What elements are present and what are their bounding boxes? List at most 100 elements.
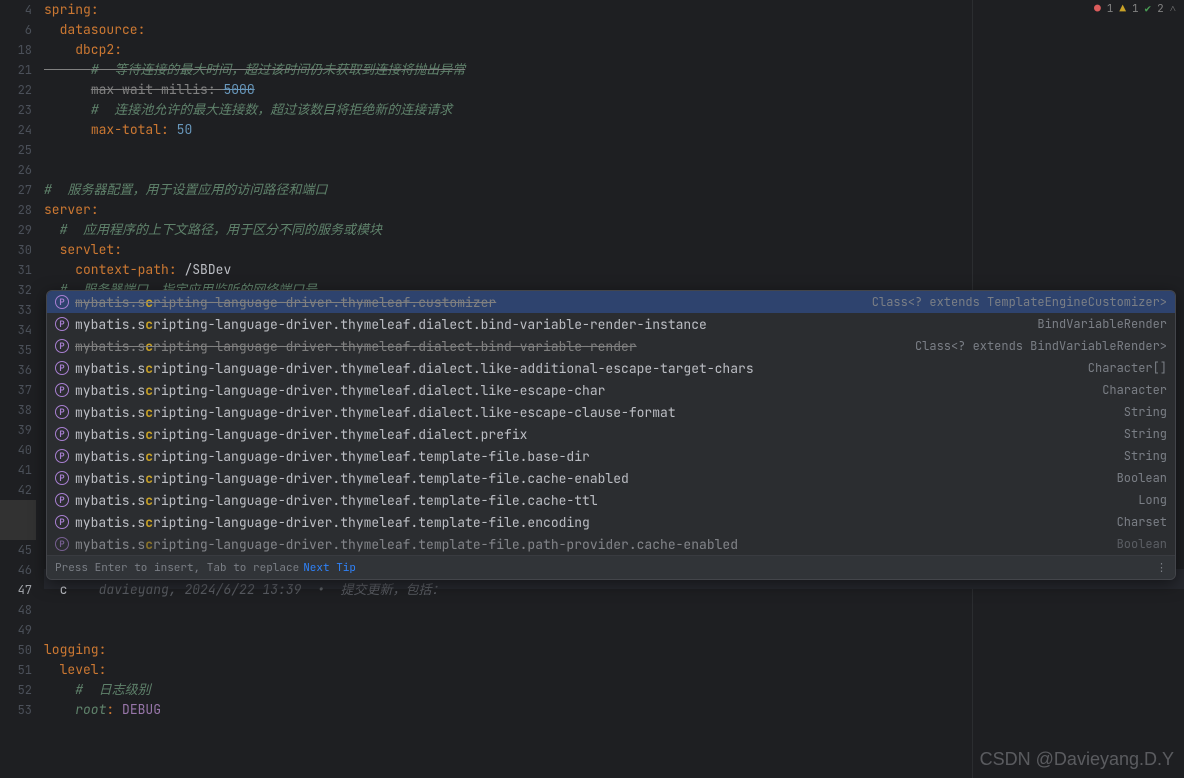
autocomplete-type: Character[] xyxy=(1088,360,1167,376)
code-line: # 等待连接的最大时间，超过该时间仍未获取到连接将抛出异常 xyxy=(44,60,1184,80)
autocomplete-type: Class<? extends TemplateEngineCustomizer… xyxy=(872,294,1167,310)
code-line xyxy=(44,140,1184,160)
line-number: 51 xyxy=(0,660,32,680)
line-number: 46 xyxy=(0,560,32,580)
code-line xyxy=(44,600,1184,620)
code-line: # 连接池允许的最大连接数，超过该数目将拒绝新的连接请求 xyxy=(44,100,1184,120)
property-icon: P xyxy=(55,361,69,375)
property-icon: P xyxy=(55,515,69,529)
property-icon: P xyxy=(55,427,69,441)
line-number: 53 xyxy=(0,700,32,720)
line-number: 49 xyxy=(0,620,32,640)
line-number: 50 xyxy=(0,640,32,660)
line-number: 24 xyxy=(0,120,32,140)
line-number: 27 xyxy=(0,180,32,200)
code-line: # 服务器配置，用于设置应用的访问路径和端口 xyxy=(44,180,1184,200)
more-icon[interactable]: ⋮ xyxy=(1156,561,1167,575)
code-line: logging: xyxy=(44,640,1184,660)
code-line: server: xyxy=(44,200,1184,220)
line-number: 18 xyxy=(0,40,32,60)
property-icon: P xyxy=(55,493,69,507)
line-number: 48 xyxy=(0,600,32,620)
autocomplete-hint: Press Enter to insert, Tab to replace xyxy=(55,561,299,575)
line-number: 47 xyxy=(0,580,32,600)
autocomplete-type: String xyxy=(1124,448,1167,464)
line-number: 36 xyxy=(0,360,32,380)
ok-icon[interactable]: ✔ xyxy=(1145,2,1152,16)
gutter-highlight xyxy=(0,500,36,540)
line-number: 6 xyxy=(0,20,32,40)
code-line: max-wait-millis: 5000 xyxy=(44,80,1184,100)
code-line: context-path: /SBDev xyxy=(44,260,1184,280)
autocomplete-item[interactable]: Pmybatis.scripting-language-driver.thyme… xyxy=(47,489,1175,511)
line-number: 29 xyxy=(0,220,32,240)
chevron-up-icon[interactable]: ˄ xyxy=(1170,2,1176,16)
line-number: 41 xyxy=(0,460,32,480)
line-number: 23 xyxy=(0,100,32,120)
line-number: 35 xyxy=(0,340,32,360)
line-number: 34 xyxy=(0,320,32,340)
autocomplete-popup[interactable]: Pmybatis.scripting-language-driver.thyme… xyxy=(46,290,1176,580)
next-tip-link[interactable]: Next Tip xyxy=(303,561,356,575)
line-number: 22 xyxy=(0,80,32,100)
autocomplete-item[interactable]: Pmybatis.scripting-language-driver.thyme… xyxy=(47,379,1175,401)
code-line xyxy=(44,160,1184,180)
autocomplete-text: mybatis.scripting-language-driver.thymel… xyxy=(75,536,1109,553)
watermark: CSDN @Davieyang.D.Y xyxy=(980,749,1174,770)
autocomplete-type: Boolean xyxy=(1117,470,1167,486)
autocomplete-text: mybatis.scripting-language-driver.thymel… xyxy=(75,360,1080,377)
autocomplete-item[interactable]: Pmybatis.scripting-language-driver.thyme… xyxy=(47,357,1175,379)
code-line: dbcp2: xyxy=(44,40,1184,60)
line-number: 32 xyxy=(0,280,32,300)
autocomplete-item[interactable]: Pmybatis.scripting-language-driver.thyme… xyxy=(47,445,1175,467)
line-number: 31 xyxy=(0,260,32,280)
autocomplete-type: Character xyxy=(1102,382,1167,398)
autocomplete-item[interactable]: Pmybatis.scripting-language-driver.thyme… xyxy=(47,533,1175,555)
code-line: level: xyxy=(44,660,1184,680)
line-number: 52 xyxy=(0,680,32,700)
autocomplete-text: mybatis.scripting-language-driver.thymel… xyxy=(75,426,1116,443)
code-line: servlet: xyxy=(44,240,1184,260)
line-number: 25 xyxy=(0,140,32,160)
code-line: max-total: 50 xyxy=(44,120,1184,140)
autocomplete-type: String xyxy=(1124,426,1167,442)
autocomplete-text: mybatis.scripting-language-driver.thymel… xyxy=(75,338,907,355)
code-line: # 日志级别 xyxy=(44,680,1184,700)
autocomplete-text: mybatis.scripting-language-driver.thymel… xyxy=(75,294,864,311)
property-icon: P xyxy=(55,449,69,463)
autocomplete-item[interactable]: Pmybatis.scripting-language-driver.thyme… xyxy=(47,313,1175,335)
autocomplete-text: mybatis.scripting-language-driver.thymel… xyxy=(75,316,1029,333)
inspection-status[interactable]: ●1 ▲1 ✔2 ˄ xyxy=(1094,2,1176,16)
autocomplete-item[interactable]: Pmybatis.scripting-language-driver.thyme… xyxy=(47,291,1175,313)
autocomplete-item[interactable]: Pmybatis.scripting-language-driver.thyme… xyxy=(47,511,1175,533)
autocomplete-text: mybatis.scripting-language-driver.thymel… xyxy=(75,492,1130,509)
code-line xyxy=(44,620,1184,640)
property-icon: P xyxy=(55,537,69,551)
autocomplete-type: Charset xyxy=(1117,514,1167,530)
error-count: 1 xyxy=(1107,2,1114,16)
line-number: 21 xyxy=(0,60,32,80)
autocomplete-type: BindVariableRender xyxy=(1037,316,1167,332)
line-number: 40 xyxy=(0,440,32,460)
line-number: 45 xyxy=(0,540,32,560)
line-number: 42 xyxy=(0,480,32,500)
autocomplete-text: mybatis.scripting-language-driver.thymel… xyxy=(75,514,1109,531)
line-number: 38 xyxy=(0,400,32,420)
autocomplete-text: mybatis.scripting-language-driver.thymel… xyxy=(75,470,1109,487)
gutter: 4618212223242526272829303132333435363738… xyxy=(0,0,44,778)
autocomplete-item[interactable]: Pmybatis.scripting-language-driver.thyme… xyxy=(47,401,1175,423)
autocomplete-text: mybatis.scripting-language-driver.thymel… xyxy=(75,404,1116,421)
property-icon: P xyxy=(55,383,69,397)
autocomplete-item[interactable]: Pmybatis.scripting-language-driver.thyme… xyxy=(47,467,1175,489)
property-icon: P xyxy=(55,339,69,353)
code-line: # 应用程序的上下文路径，用于区分不同的服务或模块 xyxy=(44,220,1184,240)
autocomplete-item[interactable]: Pmybatis.scripting-language-driver.thyme… xyxy=(47,335,1175,357)
property-icon: P xyxy=(55,295,69,309)
autocomplete-item[interactable]: Pmybatis.scripting-language-driver.thyme… xyxy=(47,423,1175,445)
warning-icon[interactable]: ▲ xyxy=(1119,2,1126,16)
line-number: 37 xyxy=(0,380,32,400)
autocomplete-type: Class<? extends BindVariableRender> xyxy=(915,338,1167,354)
warning-count: 1 xyxy=(1132,2,1139,16)
line-number: 39 xyxy=(0,420,32,440)
error-icon[interactable]: ● xyxy=(1094,2,1101,16)
